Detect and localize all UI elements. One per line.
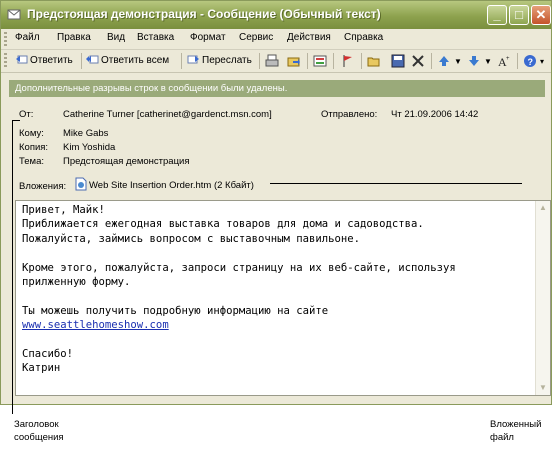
header-callout-tick (12, 120, 20, 121)
reply-all-button[interactable]: Ответить всем (86, 52, 169, 70)
delete-icon[interactable] (411, 54, 425, 68)
toolbar-separator (307, 53, 308, 69)
open-folder-icon[interactable] (367, 54, 381, 68)
menu-file[interactable]: Файл (15, 32, 40, 43)
body-line: прилженную форму. (22, 276, 131, 289)
caption-line: Заголовок (14, 419, 59, 430)
print-icon[interactable] (265, 54, 279, 68)
message-window: Предстоящая демонстрация - Сообщение (Об… (0, 0, 552, 405)
toolbar-separator (517, 53, 518, 69)
reply-all-icon (86, 55, 99, 64)
follow-up-flag-icon[interactable] (341, 54, 355, 68)
body-line: Приближается ежегодная выставка товаров … (22, 218, 424, 231)
forward-label: Переслать (202, 55, 252, 66)
categories-icon[interactable] (313, 54, 327, 68)
toolbar-separator (81, 53, 82, 69)
attachment-file-icon[interactable] (75, 177, 87, 191)
svg-text:?: ? (528, 57, 534, 67)
forward-button[interactable]: Переслать (187, 52, 252, 70)
svg-text:+: + (506, 56, 510, 62)
reply-all-label: Ответить всем (101, 55, 170, 66)
header-callout-line (12, 120, 13, 414)
reply-label: Ответить (30, 55, 73, 66)
attachments-label: Вложения: (19, 181, 67, 192)
toolbar-grip[interactable] (4, 53, 7, 67)
toolbar-separator (181, 53, 182, 69)
help-icon[interactable]: ? (523, 54, 537, 68)
cc-label: Копия: (19, 142, 49, 153)
minimize-button[interactable]: _ (487, 5, 507, 25)
next-item-icon[interactable] (467, 54, 481, 68)
reply-icon (16, 55, 28, 64)
body-line: Кроме этого, пожалуйста, запроси страниц… (22, 261, 456, 274)
menu-insert[interactable]: Вставка (137, 32, 174, 43)
vertical-scrollbar[interactable]: ▲ ▼ (535, 201, 550, 395)
save-icon[interactable] (391, 54, 405, 68)
previous-item-icon[interactable] (437, 54, 451, 68)
toolbar-separator (259, 53, 260, 69)
menu-tools[interactable]: Сервис (239, 32, 273, 43)
forward-icon (187, 55, 199, 64)
website-link[interactable]: www.seattlehomeshow.com (22, 319, 169, 331)
scroll-up-arrow[interactable]: ▲ (537, 202, 549, 214)
toolbar-options-arrow[interactable]: ▾ (540, 53, 544, 71)
cc-value[interactable]: Kim Yoshida (63, 142, 115, 153)
menu-edit[interactable]: Правка (57, 32, 91, 43)
to-label: Кому: (19, 128, 44, 139)
body-line: Ты можешь получить подробную информацию … (22, 304, 329, 317)
menu-help[interactable]: Справка (344, 32, 383, 43)
header-callout-caption: Заголовок сообщения (14, 418, 64, 444)
body-line: Пожалуйста, займись вопросом с выставочн… (22, 232, 361, 245)
move-to-folder-icon[interactable] (287, 54, 301, 68)
scroll-down-arrow[interactable]: ▼ (537, 382, 549, 394)
previous-dropdown-arrow[interactable]: ▼ (454, 53, 462, 71)
caption-line: файл (490, 432, 514, 443)
close-button[interactable]: ✕ (531, 5, 551, 25)
title-bar[interactable]: Предстоящая демонстрация - Сообщение (Об… (1, 1, 551, 29)
caption-line: Вложенный (490, 419, 542, 430)
next-dropdown-arrow[interactable]: ▼ (484, 53, 492, 71)
to-value[interactable]: Mike Gabs (63, 128, 108, 139)
attachment-callout-caption: Вложенный файл (490, 418, 541, 444)
menu-actions[interactable]: Действия (287, 32, 331, 43)
menu-bar: Файл Правка Вид Вставка Формат Сервис Де… (1, 29, 551, 50)
subject-value: Предстоящая демонстрация (63, 156, 190, 167)
font-size-icon[interactable]: A + (497, 54, 511, 68)
menu-grip[interactable] (4, 32, 7, 46)
attachment-link[interactable]: Web Site Insertion Order.htm (2 Кбайт) (89, 180, 254, 191)
toolbar-separator (333, 53, 334, 69)
from-label: От: (19, 109, 34, 120)
envelope-icon (7, 9, 21, 20)
standard-toolbar: Ответить Ответить всем Переслать ▼ ▼ A + … (1, 50, 551, 73)
from-value[interactable]: Catherine Turner [catherinet@gardenct.ms… (63, 109, 272, 120)
message-body-text[interactable]: Привет, Майк! Приближается ежегодная выс… (22, 203, 456, 376)
menu-format[interactable]: Формат (190, 32, 226, 43)
body-line: Привет, Майк! (22, 204, 105, 216)
body-line: Спасибо! (22, 348, 74, 361)
subject-label: Тема: (19, 156, 45, 167)
info-bar[interactable]: Дополнительные разрывы строк в сообщении… (9, 80, 545, 97)
maximize-button[interactable]: □ (509, 5, 529, 25)
message-body[interactable]: Привет, Майк! Приближается ежегодная выс… (15, 200, 551, 396)
window-title: Предстоящая демонстрация - Сообщение (Об… (27, 7, 381, 21)
sent-value: Чт 21.09.2006 14:42 (391, 109, 479, 120)
toolbar-separator (361, 53, 362, 69)
sent-label: Отправлено: (321, 109, 378, 120)
attachment-callout-line (270, 183, 522, 184)
reply-button[interactable]: Ответить (15, 52, 73, 70)
menu-view[interactable]: Вид (107, 32, 125, 43)
toolbar-separator (431, 53, 432, 69)
body-line: Катрин (22, 362, 61, 375)
caption-line: сообщения (14, 432, 64, 443)
